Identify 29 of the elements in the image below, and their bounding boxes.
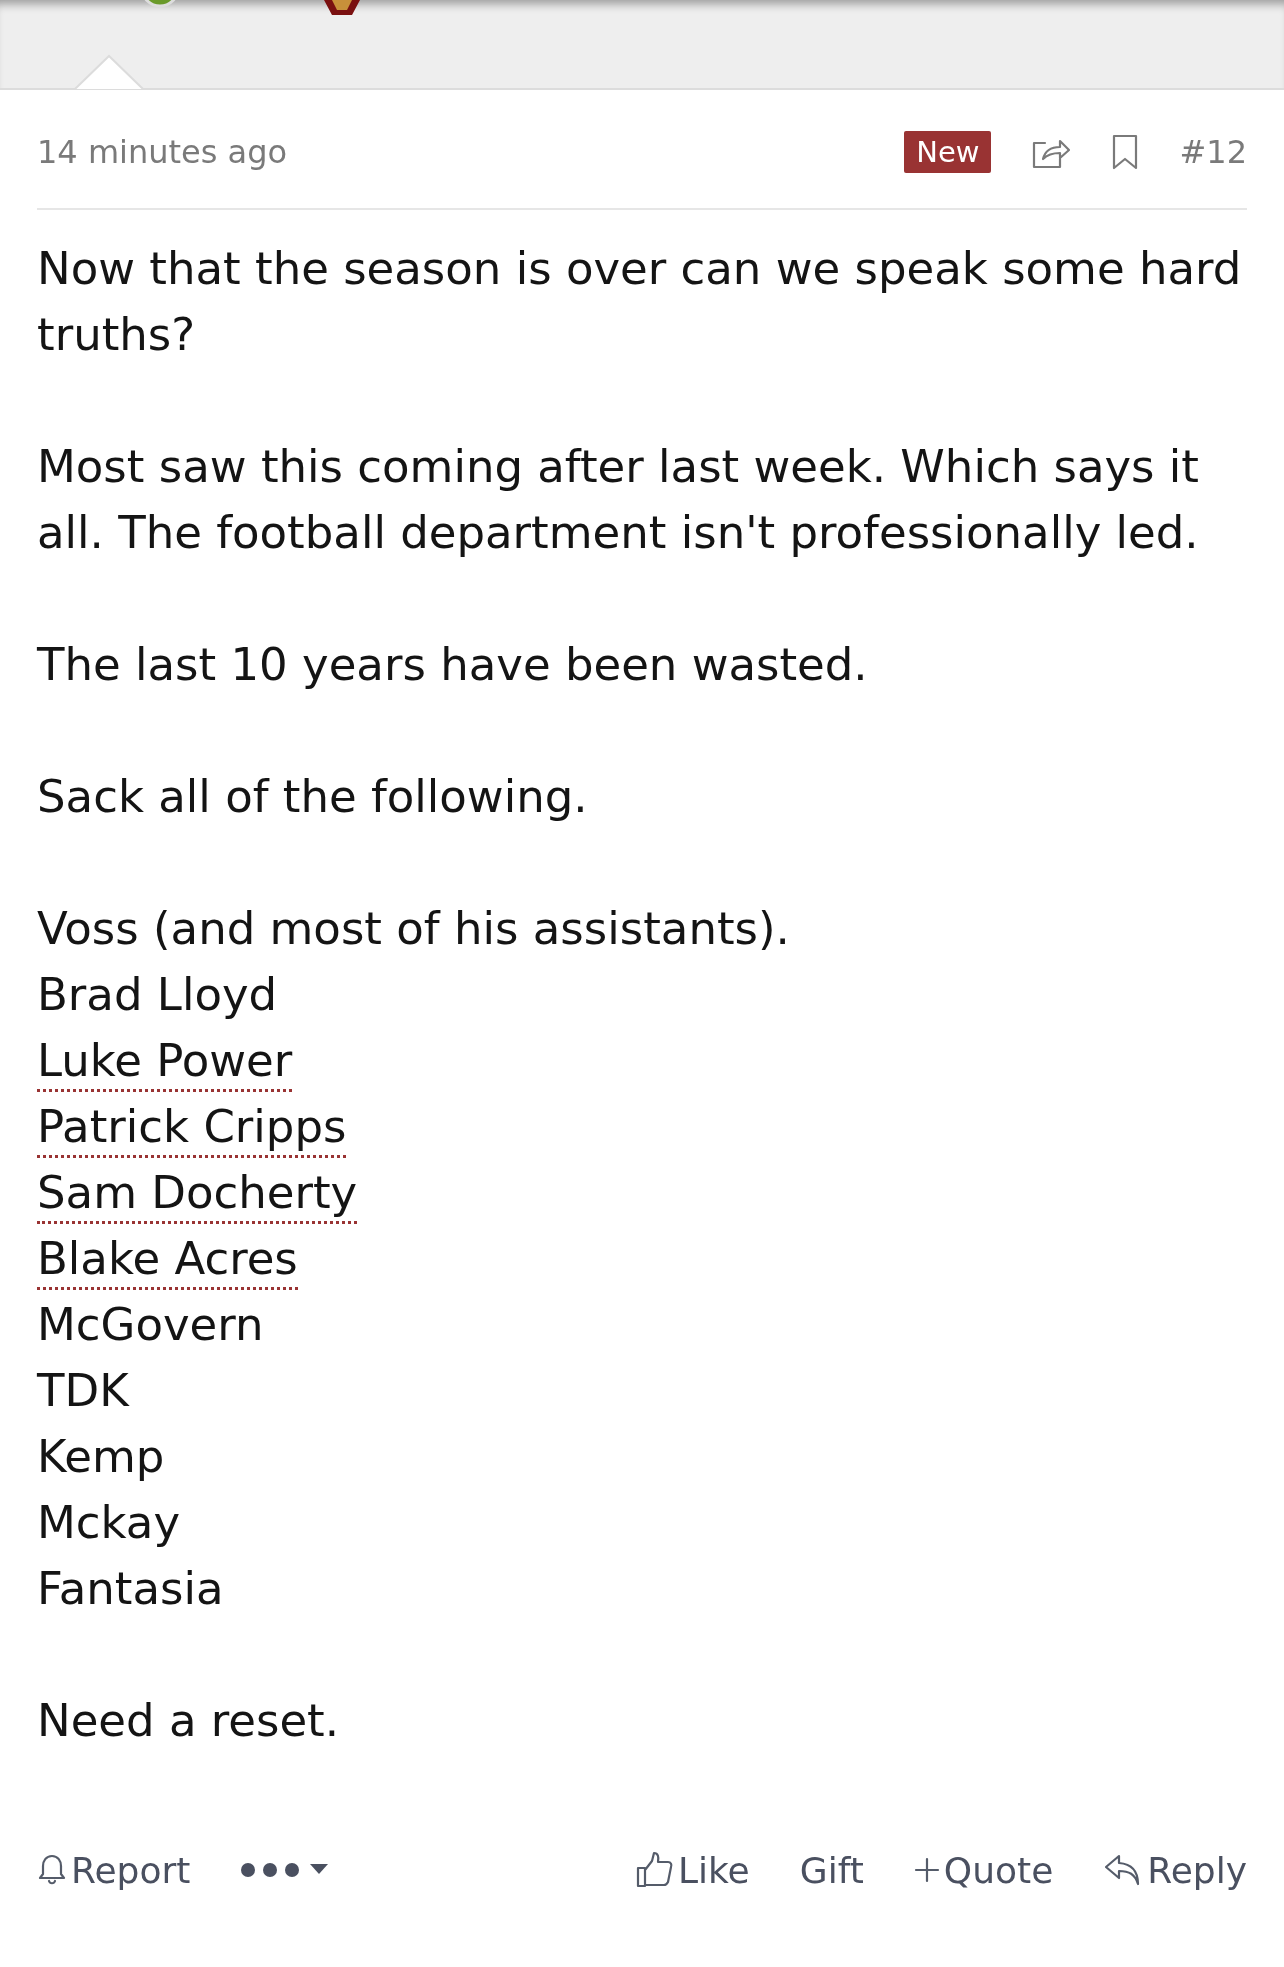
- member-link[interactable]: Sam Docherty: [37, 1166, 358, 1224]
- post-time: 14 minutes ago: [37, 133, 289, 171]
- post-text: Fantasia: [37, 1561, 225, 1617]
- post-text: Now that the season is over can we speak some hard truths?: [37, 241, 1243, 363]
- report-button[interactable]: Report: [37, 1849, 191, 1891]
- reply-button[interactable]: Reply: [1103, 1849, 1247, 1891]
- like-button[interactable]: Like: [634, 1849, 750, 1891]
- post-text: Brad Lloyd: [37, 967, 279, 1023]
- post-number-link[interactable]: #12: [1179, 133, 1247, 171]
- member-link[interactable]: Luke Power: [37, 1034, 293, 1092]
- new-badge: New: [904, 131, 992, 173]
- post-text: Voss (and most of his assistants).: [37, 901, 791, 957]
- post-text: Need a reset.: [37, 1693, 341, 1749]
- post-text: The last 10 years have been wasted.: [37, 637, 869, 693]
- avatar-icon: [322, 0, 362, 16]
- bookmark-icon: [1111, 134, 1140, 170]
- post-text: TDK: [37, 1363, 131, 1419]
- post-text: Mckay: [37, 1495, 182, 1551]
- member-link[interactable]: Patrick Cripps: [37, 1100, 347, 1158]
- post-text: McGovern: [37, 1297, 265, 1353]
- quote-button[interactable]: Quote: [913, 1849, 1054, 1891]
- gift-button[interactable]: Gift: [799, 1849, 864, 1891]
- member-link[interactable]: Blake Acres: [37, 1232, 298, 1290]
- post-text: Kemp: [37, 1429, 166, 1485]
- post-text: Most saw this coming after last week. Which says it all. The football department isn't professionally led.: [37, 439, 1200, 561]
- bookmark-button[interactable]: [1111, 134, 1140, 170]
- plus-icon: [913, 1857, 940, 1883]
- post-text: Sack all of the following.: [37, 769, 589, 825]
- thumbs-up-icon: [634, 1850, 674, 1890]
